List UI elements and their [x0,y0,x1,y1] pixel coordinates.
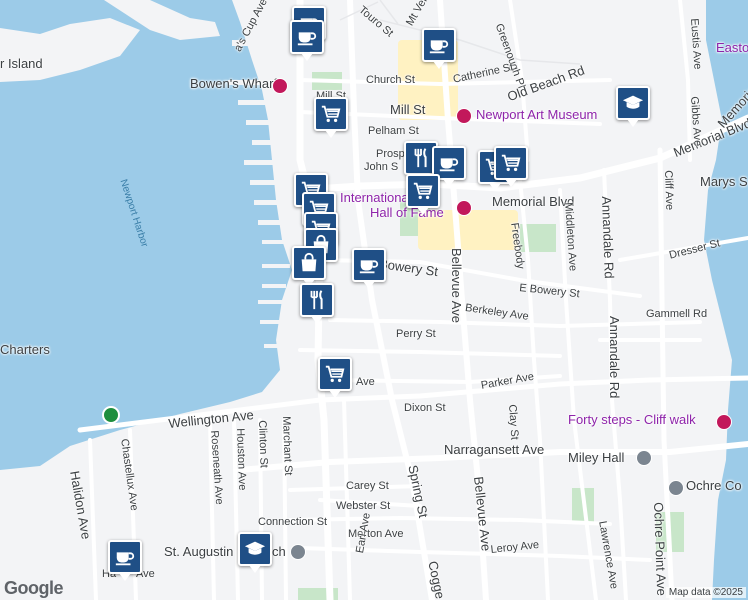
label-church-st: Church St [366,74,415,86]
map-attribution[interactable]: Map data ©2025 [665,587,746,598]
coffee-pin[interactable] [352,248,386,289]
church-marker[interactable] [290,544,306,560]
label-cliff-ave: Cliff Ave [662,170,676,211]
label-john-st: John S [364,161,399,173]
label-church-suffix: ch [272,544,286,559]
label-ave-small: Ave [356,376,375,388]
shopping-cart-icon [412,180,434,202]
label-dixon-st: Dixon St [404,402,446,414]
fork-knife-icon [410,147,432,169]
graduation-cap-icon [244,538,266,560]
ochre-court-marker[interactable] [668,480,684,496]
shopping-cart-icon [320,103,342,125]
coffee-cup-icon [358,254,380,276]
label-marys: Marys S [700,174,748,189]
google-logo: Google [4,578,64,598]
label-miley-hall: Miley Hall [568,450,625,465]
label-island: r Island [0,56,43,71]
shopping-pin[interactable] [406,174,440,215]
shopping-pin[interactable] [314,97,348,138]
label-bowens-wharf[interactable]: Bowen's Wharf [190,77,277,90]
label-easton: Easto [716,40,748,55]
label-annandale-rd-2: Annandale Rd [607,316,622,399]
miley-hall-marker[interactable] [636,450,652,466]
label-gammell-rd: Gammell Rd [646,308,708,320]
coffee-pin[interactable] [422,28,456,69]
label-perry-st: Perry St [396,328,436,340]
coffee-cup-icon [438,152,460,174]
art-museum-marker[interactable] [456,108,472,124]
map-canvas[interactable]: r Island Newport Harbor Charters a's Cup… [0,0,748,600]
label-pelham-st: Pelham St [368,125,419,137]
label-ochre-point-ave: Ochre Point Ave [651,501,670,597]
restaurant-pin[interactable] [300,283,334,324]
fork-knife-icon [306,289,328,311]
label-clinton-st: Clinton St [256,420,270,469]
bag-pin[interactable] [292,246,326,287]
coffee-cup-icon [114,546,136,568]
label-annandale-rd: Annandale Rd [599,195,617,279]
label-marchant-st: Marchant St [280,416,295,476]
coffee-pin[interactable] [108,540,142,581]
shopping-pin[interactable] [318,357,352,398]
forty-steps-marker[interactable] [716,414,732,430]
school-pin[interactable] [238,532,272,573]
shopping-bag-icon [298,252,320,274]
school-pin[interactable] [616,86,650,127]
label-narragansett-ave: Narragansett Ave [444,442,545,457]
graduation-cap-icon [622,92,644,114]
shopping-pin[interactable] [494,146,528,187]
label-clay-st: Clay St [506,404,521,441]
park-marker[interactable] [102,406,120,424]
label-carey-st: Carey St [346,480,389,492]
bowens-wharf-marker[interactable] [272,78,288,94]
label-newport-art-museum[interactable]: Newport Art Museum [476,108,597,121]
label-prospect: Prosp [376,148,405,160]
shopping-cart-icon [324,363,346,385]
label-international[interactable]: International [340,191,412,204]
label-mill-st-east: Mill St [390,102,426,117]
label-charters: Charters [0,342,50,357]
shopping-cart-icon [500,152,522,174]
label-connection-st: Connection St [258,516,328,528]
label-houston-ave: Houston Ave [234,428,249,491]
label-bellevue-ave: Bellevue Ave [449,248,464,323]
label-hall-of-fame[interactable]: Hall of Fame [370,206,444,219]
coffee-pin[interactable] [290,20,324,61]
coffee-cup-icon [428,34,450,56]
label-st-augustin: St. Augustin [164,544,234,559]
hall-of-fame-marker[interactable] [456,200,472,216]
coffee-cup-icon [296,26,318,48]
label-webster-st: Webster St [336,500,391,512]
label-forty-steps[interactable]: Forty steps - Cliff walk [568,413,696,426]
label-ochre-court: Ochre Co [686,478,742,493]
